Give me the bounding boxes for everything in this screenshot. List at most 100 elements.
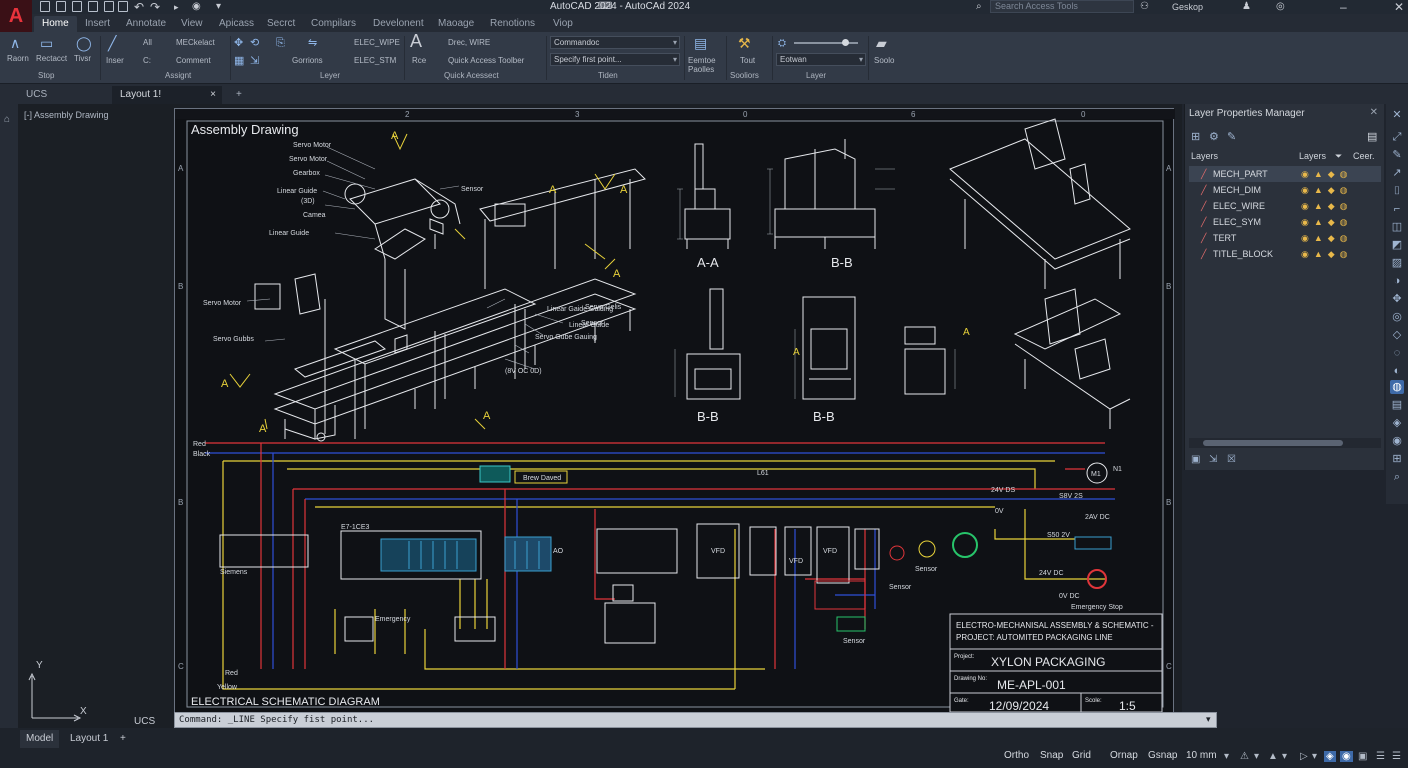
layer-status-icon[interactable]: ╱ xyxy=(1201,233,1210,243)
tab-develonent[interactable]: Develonent xyxy=(365,16,432,32)
layer-row[interactable]: ╱ ELEC_SYM ◉▲◆◍ xyxy=(1189,214,1381,230)
pin-icon[interactable]: ✕ xyxy=(1390,108,1404,122)
group-label-annotation[interactable]: Quick Acessect xyxy=(444,71,499,80)
viewport-label[interactable]: [-] Assembly Drawing xyxy=(24,110,109,120)
properties-icon[interactable]: ◍ xyxy=(1390,380,1404,394)
customize-icon[interactable]: ☰ xyxy=(1376,751,1385,762)
layer-status-icon[interactable]: ╱ xyxy=(1201,217,1210,227)
layer-visibility-icons[interactable]: ◉▲◆◍ xyxy=(1301,166,1353,182)
draw-button-raorn[interactable]: Raorn xyxy=(7,54,29,63)
text-button[interactable]: Rce xyxy=(412,56,426,65)
measure-icon[interactable]: ⌷ xyxy=(1390,184,1404,198)
explode-icon[interactable]: ✥ xyxy=(1390,292,1404,306)
layer-visibility-icons[interactable]: ◉▲◆◍ xyxy=(1301,246,1353,262)
folder-icon[interactable]: ▰ xyxy=(876,36,887,50)
xref-icon[interactable]: ◉ xyxy=(1390,434,1404,448)
rectangle-icon[interactable]: ▭ xyxy=(40,36,53,50)
tab-secrct[interactable]: Secrct xyxy=(259,16,303,32)
layer-combo[interactable]: Eotwan xyxy=(776,53,866,66)
modify-c-button[interactable]: C: xyxy=(143,56,151,65)
extend-icon[interactable]: ◫ xyxy=(1390,220,1404,234)
prompt-combo[interactable]: Specify first point... xyxy=(550,53,680,66)
add-layout-icon[interactable]: + xyxy=(114,730,132,748)
close-panel-icon[interactable]: ✕ xyxy=(1370,107,1378,118)
units-dropdown[interactable]: 10 mm xyxy=(1186,750,1217,761)
command-history-icon[interactable]: ▾ xyxy=(1206,714,1211,725)
group-label-modify[interactable]: Assignt xyxy=(165,71,191,80)
account-icon[interactable]: ♟ xyxy=(1242,0,1251,14)
rotate-icon[interactable]: ⟲ xyxy=(250,36,259,50)
tab-ucs[interactable]: UCS xyxy=(18,86,55,104)
stretch-icon[interactable]: ⇲ xyxy=(250,54,259,68)
draw-button-rectacct[interactable]: Rectacct xyxy=(36,54,67,63)
layer-elec-stm[interactable]: ELEC_STM xyxy=(354,56,396,65)
modify-all-button[interactable]: All xyxy=(143,38,152,47)
tab-insert[interactable]: Insert xyxy=(77,16,118,32)
col-header-color[interactable]: Ceer. xyxy=(1353,151,1375,161)
gorrions-button[interactable]: Gorrions xyxy=(292,56,323,65)
inquiry-icon[interactable]: ⌕ xyxy=(1390,470,1404,484)
layer-isolate-icon[interactable]: ⇲ xyxy=(1209,454,1217,465)
annotation-scale-icon[interactable]: ⚠ xyxy=(1240,751,1249,762)
layer-status-icon[interactable]: ╱ xyxy=(1201,249,1210,259)
help-icon[interactable]: ◎ xyxy=(1276,0,1285,14)
align-icon[interactable]: ◌ xyxy=(1390,346,1404,360)
layer-row[interactable]: ╱ MECH_DIM ◉▲◆◍ xyxy=(1189,182,1381,198)
layer-status-icon[interactable]: ╱ xyxy=(1201,169,1210,179)
table-icon[interactable]: ⊞ xyxy=(1390,452,1404,466)
layer-visibility-icons[interactable]: ◉▲◆◍ xyxy=(1301,230,1353,246)
hardware-accel-icon[interactable]: ◉ xyxy=(1340,751,1353,762)
toolbox-icon[interactable]: ⚒ xyxy=(738,36,751,50)
tab-maoage[interactable]: Maoage xyxy=(430,16,482,32)
draw-button-tivsr[interactable]: Tivsr xyxy=(74,54,91,63)
command-combo[interactable]: Commandoc xyxy=(550,36,680,49)
layer-status-icon[interactable]: ╱ xyxy=(1201,201,1210,211)
workspace-icon[interactable]: ▲ xyxy=(1268,751,1278,762)
snap-toggle[interactable]: Snap xyxy=(1040,750,1063,761)
tab-apicass[interactable]: Apicass xyxy=(211,16,262,32)
tab-layout1[interactable]: Layout 1! × xyxy=(112,86,222,104)
tab-model[interactable]: Model xyxy=(20,730,60,748)
set-current-icon[interactable]: ✎ xyxy=(1227,130,1236,143)
offset-icon[interactable]: ◑ xyxy=(1390,274,1404,288)
grid-toggle[interactable]: Grid xyxy=(1072,750,1091,761)
scale-icon[interactable]: ◇ xyxy=(1390,328,1404,342)
close-tab-icon[interactable]: × xyxy=(210,86,216,104)
layer-row[interactable]: ╱ TITLE_BLOCK ◉▲◆◍ xyxy=(1189,246,1381,262)
viewcube-icon[interactable]: ⌂ xyxy=(4,114,10,125)
layer-visibility-icons[interactable]: ◉▲◆◍ xyxy=(1301,198,1353,214)
tab-viop[interactable]: Viop xyxy=(545,16,581,32)
drawing-sheet[interactable]: 23060 AABBBBCC Assembly Drawing A A A A … xyxy=(174,108,1175,718)
col-header-layers2[interactable]: Layers xyxy=(1299,151,1326,161)
play-icon[interactable]: ▷ xyxy=(1300,751,1308,762)
osnap-toggle[interactable]: Ornap xyxy=(1110,750,1138,761)
hatch-icon[interactable]: ▨ xyxy=(1390,256,1404,270)
user-icon[interactable]: ⚇ xyxy=(1140,0,1149,14)
layer-visibility-icons[interactable]: ◉▲◆◍ xyxy=(1301,214,1353,230)
layer-properties-manager[interactable]: Layer Properties Manager ✕ ⊞ ⚙ ✎ ▤ Layer… xyxy=(1184,104,1384,470)
comment-button[interactable]: Comment xyxy=(176,56,211,65)
dropdown-icon[interactable]: ▾ xyxy=(1312,751,1317,762)
layer-row[interactable]: ╱ TERT ◉▲◆◍ xyxy=(1189,230,1381,246)
group-label-layer[interactable]: Leyer xyxy=(320,71,340,80)
layer-row[interactable]: ╱ MECH_PART ◉▲◆◍ xyxy=(1189,166,1381,182)
line-icon[interactable]: ∧ xyxy=(10,36,20,50)
move-icon[interactable]: ✥ xyxy=(234,36,243,50)
trim-icon[interactable]: ⌐ xyxy=(1390,202,1404,216)
menu-icon[interactable]: ☰ xyxy=(1392,751,1401,762)
col-header-layers[interactable]: Layers xyxy=(1191,151,1218,161)
dropdown-icon[interactable]: ▾ xyxy=(1282,751,1287,762)
layer-filter-icon[interactable]: ▣ xyxy=(1191,454,1200,465)
tools-button[interactable]: Tout xyxy=(740,56,755,65)
join-icon[interactable]: ◎ xyxy=(1390,310,1404,324)
layer-status-icon[interactable]: ╱ xyxy=(1201,185,1210,195)
copy-icon[interactable]: ⎘ xyxy=(276,36,285,50)
gsnap-toggle[interactable]: Gsnap xyxy=(1148,750,1177,761)
block-icon[interactable]: ▤ xyxy=(1390,398,1404,412)
mirror-icon[interactable]: ⇋ xyxy=(308,36,317,50)
autocad-logo-icon[interactable]: A xyxy=(0,0,32,32)
text-icon[interactable]: A xyxy=(410,32,422,50)
close-window-icon[interactable]: ✕ xyxy=(1394,0,1404,14)
tab-home[interactable]: Home xyxy=(34,16,77,32)
dimension-button[interactable]: Drec, WIRE xyxy=(448,38,490,47)
